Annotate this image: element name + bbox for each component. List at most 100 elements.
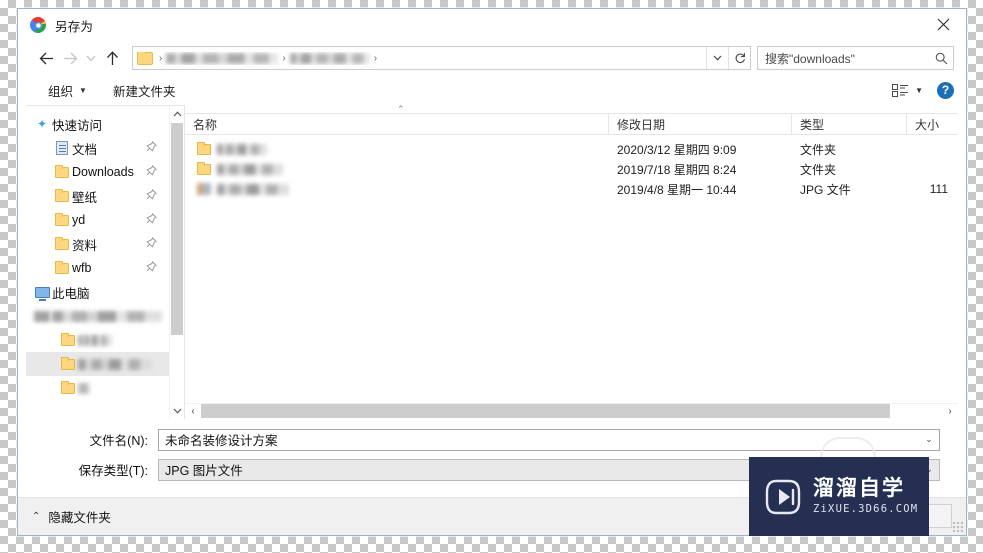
folder-icon xyxy=(52,260,72,274)
navigation-pane: ✦ 快速访问文档 Downloads 壁纸 yd 资料 wfb 此电脑 xyxy=(26,105,184,419)
dialog-body: ✦ 快速访问文档 Downloads 壁纸 yd 资料 wfb 此电脑 ⌃ 名称 修改日期 xyxy=(18,104,966,419)
filename-row: 文件名(N): 未命名装修设计方案 ⌄ xyxy=(44,428,940,451)
refresh-icon[interactable] xyxy=(728,47,750,69)
file-rows: 2020/3/12 星期四 9:09 文件夹 2019/7/18 星期四 8:24 文… xyxy=(185,135,958,403)
view-layout-icon[interactable] xyxy=(892,83,909,97)
hide-folders-button[interactable]: ⌃ 隐藏文件夹 xyxy=(32,507,111,526)
sidebar-scroll-thumb[interactable] xyxy=(171,123,183,335)
watermark-title: 溜溜自学 xyxy=(813,476,905,500)
sidebar-item-文档[interactable]: 文档 xyxy=(26,136,169,160)
sidebar-item-资料[interactable]: 资料 xyxy=(26,232,169,256)
sidebar-item-blurred-10[interactable] xyxy=(26,352,169,376)
filename-combo[interactable]: 未命名装修设计方案 ⌄ xyxy=(158,428,940,451)
breadcrumb-item-1[interactable] xyxy=(166,52,279,64)
sidebar-item-快速访问[interactable]: ✦ 快速访问 xyxy=(26,112,169,136)
star-icon: ✦ xyxy=(36,117,48,131)
navigation-bar: › › › 搜索"downloads" xyxy=(18,41,966,75)
chevron-down-icon: ▼ xyxy=(79,85,87,95)
cell-date: 2020/3/12 星期四 9:09 xyxy=(617,142,737,157)
cell-name[interactable] xyxy=(185,141,609,155)
table-row[interactable]: 2019/7/18 星期四 8:24 文件夹 xyxy=(185,159,958,179)
sidebar-item-label: yd xyxy=(72,213,86,227)
cell-name[interactable] xyxy=(185,161,609,175)
cell-name-text xyxy=(217,163,283,175)
sidebar-item-yd[interactable]: yd xyxy=(26,208,169,232)
recent-locations-icon[interactable] xyxy=(82,46,100,70)
sidebar-item-wfb[interactable]: wfb xyxy=(26,256,169,280)
sidebar-item-blurred-9[interactable] xyxy=(26,328,169,352)
filename-input[interactable]: 未命名装修设计方案 xyxy=(159,430,919,449)
new-folder-button[interactable]: 新建文件夹 xyxy=(113,81,176,100)
breadcrumb-separator-2: › xyxy=(282,52,286,64)
sort-ascending-icon: ⌃ xyxy=(397,104,405,114)
pin-icon[interactable] xyxy=(146,213,157,227)
chevron-up-icon: ⌃ xyxy=(32,510,41,522)
organize-label: 组织 xyxy=(48,84,74,99)
forward-icon[interactable] xyxy=(58,46,82,70)
sidebar-item-壁纸[interactable]: 壁纸 xyxy=(26,184,169,208)
breadcrumb[interactable]: › › › xyxy=(133,51,706,65)
pin-icon[interactable] xyxy=(146,189,157,203)
sidebar-scroll-track[interactable] xyxy=(170,121,184,404)
folder-icon xyxy=(52,236,72,250)
cell-size: 111 xyxy=(929,182,948,196)
table-row[interactable]: 2019/4/8 星期一 10:44 JPG 文件 111 xyxy=(185,179,958,199)
breadcrumb-folder-icon xyxy=(137,51,153,65)
blurred-label xyxy=(78,358,152,370)
blurred-label xyxy=(52,310,162,322)
help-icon[interactable]: ? xyxy=(937,81,954,99)
sidebar-item-downloads[interactable]: Downloads xyxy=(26,160,169,184)
pin-icon[interactable] xyxy=(146,237,157,251)
watermark-text: 溜溜自学 ZiXUE.3D66.COM xyxy=(813,476,918,515)
resize-grip[interactable] xyxy=(952,521,963,532)
sidebar-item-blurred-8[interactable] xyxy=(26,304,169,328)
sidebar-item-label: 壁纸 xyxy=(72,190,98,205)
address-dropdown-icon[interactable] xyxy=(706,47,728,69)
up-icon[interactable] xyxy=(100,46,124,70)
sidebar-item-label: 此电脑 xyxy=(52,286,90,301)
sidebar-item-blurred-11[interactable] xyxy=(26,376,169,400)
close-icon[interactable] xyxy=(920,9,966,40)
pin-icon[interactable] xyxy=(146,261,157,275)
scroll-up-icon[interactable] xyxy=(170,106,184,121)
sidebar-item-label: 文档 xyxy=(72,142,98,157)
computer-icon xyxy=(32,286,52,301)
scroll-right-icon[interactable]: › xyxy=(942,403,958,419)
cell-name-text xyxy=(217,143,267,155)
breadcrumb-item-2[interactable] xyxy=(289,52,370,64)
horizontal-scrollbar[interactable]: ‹ › xyxy=(185,402,958,419)
column-header-name[interactable]: 名称 xyxy=(185,114,609,134)
column-header-date[interactable]: 修改日期 xyxy=(609,114,792,134)
filename-chevron-down-icon[interactable]: ⌄ xyxy=(919,434,939,445)
column-header-size[interactable]: 大小 xyxy=(907,114,958,134)
folder-icon xyxy=(52,188,72,202)
search-icon[interactable] xyxy=(929,52,953,65)
sidebar-item-此电脑[interactable]: 此电脑 xyxy=(26,280,169,304)
jpg-icon xyxy=(197,183,211,195)
search-box[interactable]: 搜索"downloads" xyxy=(757,46,954,70)
sidebar-item-label: 快速访问 xyxy=(52,118,103,133)
column-header-type[interactable]: 类型 xyxy=(792,114,907,134)
view-chevron-down-icon[interactable]: ▼ xyxy=(915,86,923,95)
pin-icon[interactable] xyxy=(146,141,157,155)
chrome-icon xyxy=(30,17,46,33)
hscroll-thumb[interactable] xyxy=(201,404,891,418)
blurred-label xyxy=(78,334,112,346)
scroll-left-icon[interactable]: ‹ xyxy=(185,403,201,419)
hscroll-track[interactable] xyxy=(201,403,942,419)
cell-name-text xyxy=(217,183,289,195)
cell-name[interactable] xyxy=(185,183,609,195)
blurred-label xyxy=(78,382,90,394)
pin-icon[interactable] xyxy=(146,165,157,179)
search-input[interactable]: 搜索"downloads" xyxy=(758,50,929,67)
address-bar[interactable]: › › › xyxy=(132,46,751,70)
watermark-overlay: 溜溜自学 ZiXUE.3D66.COM xyxy=(749,457,929,536)
back-icon[interactable] xyxy=(34,46,58,70)
scroll-down-icon[interactable] xyxy=(170,404,184,419)
organize-button[interactable]: 组织 ▼ xyxy=(48,81,87,100)
table-row[interactable]: 2020/3/12 星期四 9:09 文件夹 xyxy=(185,139,958,159)
sidebar-item-label: wfb xyxy=(72,261,92,275)
cell-type: JPG 文件 xyxy=(800,182,851,197)
play-logo-icon xyxy=(765,479,801,514)
sidebar-scrollbar[interactable] xyxy=(169,106,184,419)
